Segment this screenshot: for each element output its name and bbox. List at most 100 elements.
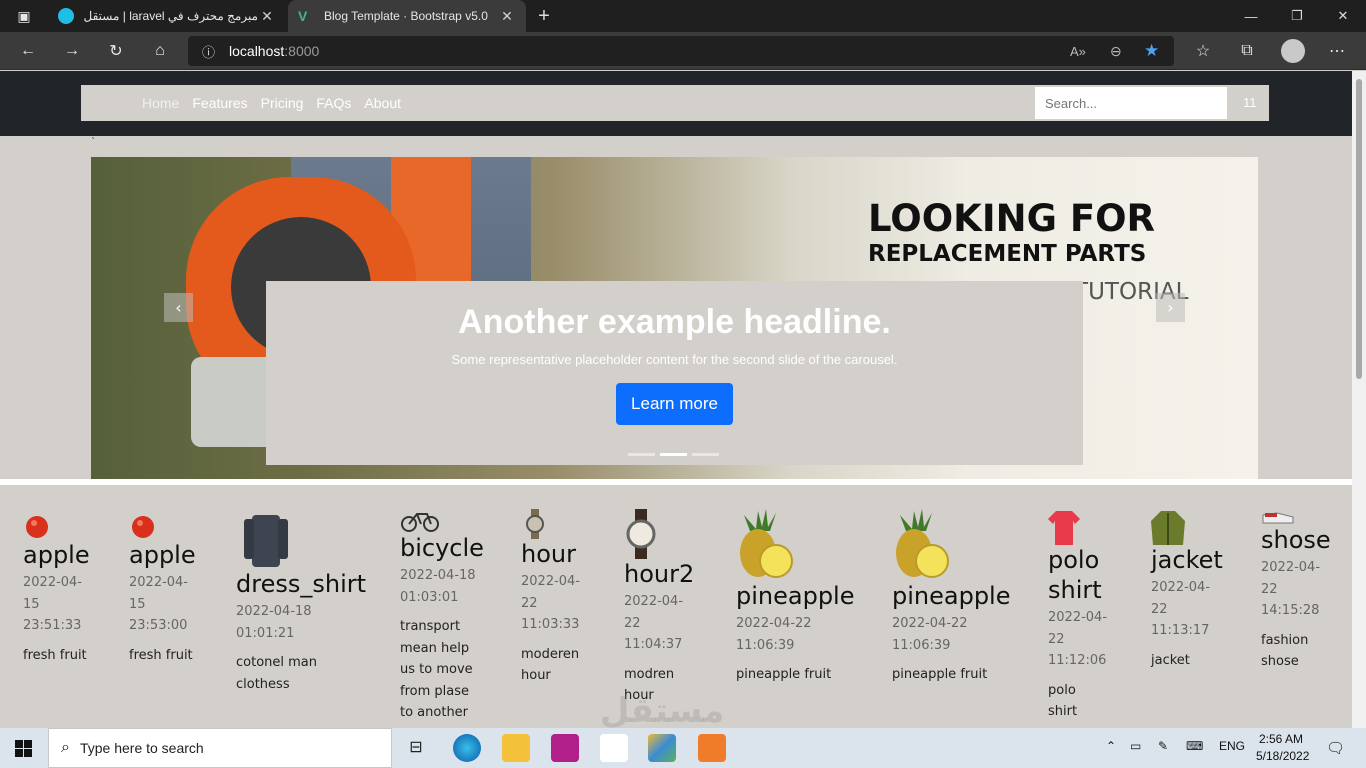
product-name: pineapple: [892, 582, 1011, 610]
language-indicator[interactable]: ENG: [1219, 739, 1245, 753]
close-tab-icon[interactable]: ✕: [498, 8, 516, 25]
page-scrollbar[interactable]: [1352, 71, 1366, 728]
pineapple-icon: [740, 509, 793, 578]
close-tab-icon[interactable]: ✕: [258, 8, 276, 25]
carousel-headline: Another example headline.: [458, 303, 891, 341]
read-aloud-icon[interactable]: A»: [1070, 44, 1086, 59]
product-date: 2022-04-22 11:06:39: [736, 616, 812, 653]
taskbar-search-box[interactable]: ⌕ Type here to search: [48, 728, 392, 768]
carousel-indicator[interactable]: [692, 453, 719, 456]
product-card[interactable]: shose 2022-04-22 14:15:28 fashion shose: [1261, 509, 1351, 673]
tab-blog-template[interactable]: V Blog Template · Bootstrap v5.0 ✕: [288, 0, 526, 32]
product-name: apple: [23, 541, 90, 569]
xampp-icon[interactable]: [698, 734, 726, 762]
chrome-google-icon[interactable]: [600, 734, 628, 762]
carousel-caption: Another example headline. Some represent…: [266, 281, 1083, 465]
keyboard-icon[interactable]: ⌨: [1186, 739, 1203, 753]
tab-mostaql[interactable]: مبرمج محترف في laravel | مستقل ✕: [48, 0, 286, 32]
product-name: apple: [129, 541, 196, 569]
nav-home-link[interactable]: Home: [142, 95, 179, 111]
minimize-icon[interactable]: —: [1228, 0, 1274, 32]
top-navigation: Home Features Pricing FAQs About 11: [81, 85, 1269, 121]
info-icon[interactable]: ⓘ: [202, 42, 215, 61]
favorites-icon[interactable]: ☆: [1188, 36, 1218, 66]
collections-icon[interactable]: ⧉: [1232, 36, 1262, 66]
search-input[interactable]: [1035, 87, 1227, 119]
new-tab-icon[interactable]: +: [528, 0, 560, 32]
notifications-icon[interactable]: 🗨: [1326, 739, 1345, 757]
product-card[interactable]: apple 2022-04-15 23:53:00 fresh fruit: [129, 512, 224, 666]
tab-actions-icon[interactable]: ▣: [9, 1, 39, 31]
nav-features-link[interactable]: Features: [192, 95, 247, 111]
show-hidden-icons-icon[interactable]: ⌃: [1106, 739, 1116, 753]
product-card[interactable]: hour2 2022-04-22 11:04:37 modren hour: [624, 509, 724, 707]
edge-icon[interactable]: [453, 734, 481, 762]
forward-icon[interactable]: →: [57, 36, 87, 66]
mostaql-favicon-icon: [58, 8, 74, 24]
product-date: 2022-04-18 01:03:01: [400, 568, 476, 605]
cart-count[interactable]: 11: [1243, 95, 1257, 110]
product-description: jacket: [1151, 652, 1190, 668]
scrollbar-thumb[interactable]: [1356, 79, 1362, 379]
product-card[interactable]: bicycle 2022-04-18 01:03:01 transport me…: [400, 509, 510, 724]
address-host: localhost: [229, 43, 285, 59]
product-card[interactable]: pineapple 2022-04-22 11:06:39 pineapple …: [736, 509, 886, 686]
vue-favicon-icon: V: [298, 8, 308, 24]
site-header: Home Features Pricing FAQs About 11: [0, 71, 1352, 136]
file-explorer-icon[interactable]: [502, 734, 530, 762]
restore-icon[interactable]: ❐: [1274, 0, 1320, 32]
product-date: 2022-04-18 01:01:21: [236, 604, 312, 641]
home-icon[interactable]: ⌂: [145, 36, 175, 66]
nav-about-link[interactable]: About: [364, 95, 401, 111]
product-date: 2022-04-15 23:51:33: [23, 575, 83, 633]
pen-icon[interactable]: ✎: [1158, 739, 1168, 753]
carousel-next-button[interactable]: ›: [1156, 293, 1185, 322]
product-card[interactable]: jacket 2022-04-22 11:13:17 jacket: [1151, 509, 1241, 671]
zoom-icon[interactable]: ⊖: [1110, 43, 1122, 60]
hero-carousel: LOOKING FOR REPLACEMENT PARTS V TUTORIAL…: [91, 157, 1258, 479]
more-menu-icon[interactable]: ⋯: [1322, 36, 1352, 66]
app-icon[interactable]: [648, 734, 676, 762]
product-description: transport mean help us to move from plas…: [400, 619, 473, 720]
windows-start-icon[interactable]: [15, 740, 32, 757]
carousel-indicators: [628, 453, 719, 456]
ad-line-1: LOOKING FOR: [868, 197, 1156, 240]
product-card[interactable]: dress_shirt 2022-04-18 01:01:21 cotonel …: [236, 509, 386, 695]
battery-icon[interactable]: ▭: [1130, 739, 1141, 753]
task-view-icon[interactable]: ⊟: [402, 734, 430, 762]
back-icon[interactable]: ←: [13, 36, 43, 66]
profile-avatar[interactable]: [1278, 36, 1308, 66]
product-card[interactable]: apple 2022-04-15 23:51:33 fresh fruit: [23, 512, 118, 666]
carousel-prev-button[interactable]: ‹: [164, 293, 193, 322]
product-card[interactable]: hour 2022-04-22 11:03:33 moderen hour: [521, 509, 611, 687]
shirt-icon: [244, 515, 288, 567]
close-window-icon[interactable]: ✕: [1320, 0, 1366, 32]
product-card[interactable]: polo shirt 2022-04-22 11:12:06 polo shir…: [1048, 509, 1138, 723]
system-clock[interactable]: 2:56 AM 5/18/2022: [1256, 731, 1310, 765]
product-date: 2022-04-22 11:12:06: [1048, 610, 1108, 668]
clock-time: 2:56 AM: [1258, 732, 1304, 746]
product-name: shose: [1261, 526, 1331, 554]
favorite-star-icon[interactable]: ★: [1144, 41, 1159, 61]
watch-icon: [626, 509, 656, 559]
clock-date: 5/18/2022: [1256, 749, 1310, 763]
nav-pricing-link[interactable]: Pricing: [261, 95, 304, 111]
phpstorm-icon[interactable]: [551, 734, 579, 762]
carousel-indicator[interactable]: [628, 453, 655, 456]
product-description: polo shirt: [1048, 682, 1078, 720]
learn-more-button[interactable]: Learn more: [616, 383, 733, 425]
product-description: pineapple fruit: [736, 667, 832, 682]
product-name: dress_shirt: [236, 570, 367, 598]
address-bar[interactable]: ⓘ localhost:8000 A» ⊖ ★: [188, 36, 1174, 66]
carousel-indicator-active[interactable]: [660, 453, 687, 456]
refresh-icon[interactable]: ↻: [101, 36, 131, 66]
shoe-icon: [1262, 512, 1294, 524]
product-name: hour2: [624, 560, 695, 588]
carousel-text: Some representative placeholder content …: [451, 352, 898, 367]
taskbar-search-placeholder: Type here to search: [79, 740, 204, 756]
watermark-logo: مستقل: [600, 691, 725, 728]
product-card[interactable]: pineapple 2022-04-22 11:06:39 pineapple …: [892, 509, 1042, 686]
apple-icon: [26, 516, 48, 538]
nav-faqs-link[interactable]: FAQs: [316, 95, 351, 111]
apple-icon: [132, 516, 154, 538]
